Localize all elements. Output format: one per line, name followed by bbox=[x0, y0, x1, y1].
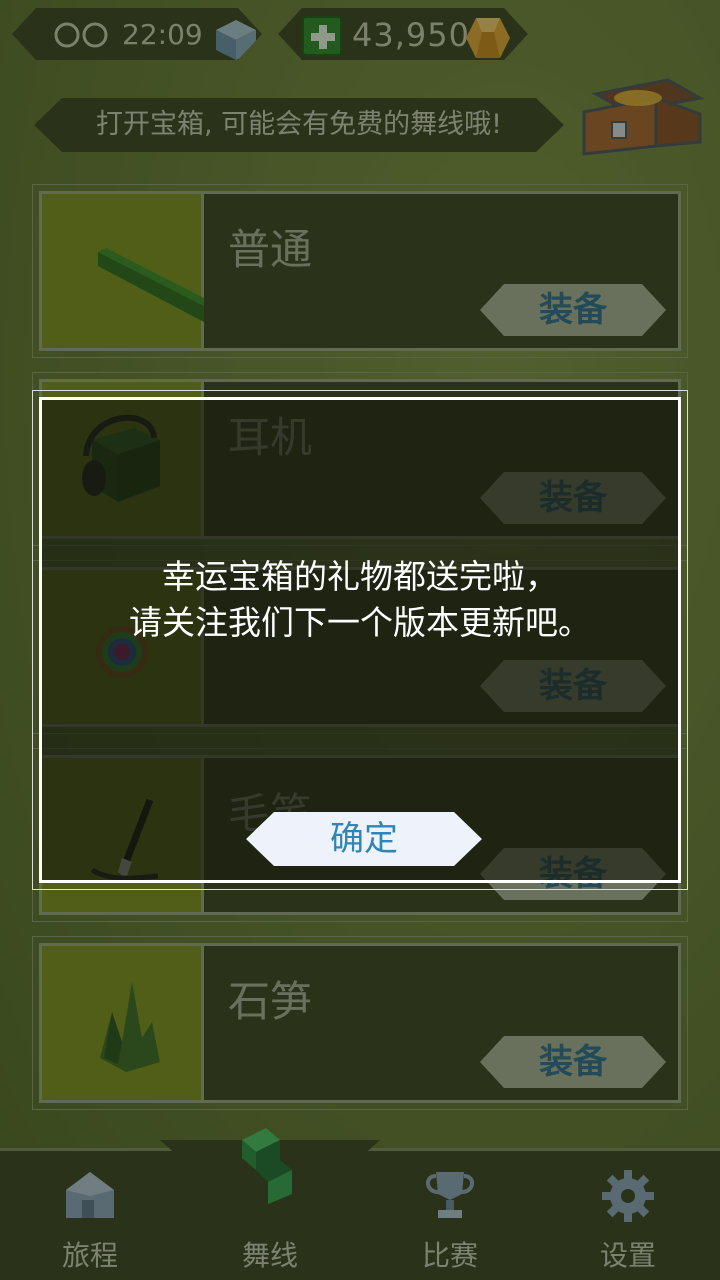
infinity-icon bbox=[52, 22, 110, 48]
confirm-button[interactable]: 确定 bbox=[246, 812, 482, 866]
stalagmite-skin-icon bbox=[100, 982, 160, 1072]
energy-bar: 22:09 bbox=[12, 8, 262, 60]
equip-button[interactable]: 装备 bbox=[480, 284, 666, 336]
nav-tab-dance-line[interactable]: 舞线 bbox=[210, 1160, 330, 1280]
trophy-icon bbox=[426, 1172, 474, 1218]
dialog-message-line-1: 幸运宝箱的礼物都送完啦， bbox=[162, 557, 558, 596]
equip-button[interactable]: 装备 bbox=[480, 1036, 666, 1088]
treasure-chest-icon[interactable] bbox=[578, 72, 708, 156]
dialog-message: 幸运宝箱的礼物都送完啦， 请关注我们下一个版本更新吧。 bbox=[42, 554, 678, 646]
line-skin-icon bbox=[98, 248, 204, 322]
skin-name: 石笋 bbox=[228, 977, 313, 1026]
skin-name: 普通 bbox=[228, 225, 313, 274]
notice-dialog: 幸运宝箱的礼物都送完啦， 请关注我们下一个版本更新吧。 确定 bbox=[32, 390, 688, 890]
skin-card-normal: 普通 装备 bbox=[32, 184, 688, 358]
gem-bar: 43,950 bbox=[278, 8, 528, 60]
nav-label: 设置 bbox=[599, 1239, 656, 1272]
nav-label: 舞线 bbox=[241, 1239, 298, 1272]
nav-tab-race[interactable]: 比赛 bbox=[390, 1160, 510, 1280]
nav-tab-settings[interactable]: 设置 bbox=[568, 1160, 688, 1280]
gem-icon bbox=[464, 16, 512, 60]
skin-thumbnail bbox=[42, 194, 204, 348]
gear-icon bbox=[602, 1170, 654, 1222]
nav-label: 旅程 bbox=[61, 1239, 118, 1272]
hint-banner: 打开宝箱, 可能会有免费的舞线哦! bbox=[34, 98, 564, 152]
dialog-message-line-2: 请关注我们下一个版本更新吧。 bbox=[129, 603, 591, 642]
skin-thumbnail bbox=[42, 946, 204, 1100]
dialog-frame: 幸运宝箱的礼物都送完啦， 请关注我们下一个版本更新吧。 确定 bbox=[39, 397, 681, 883]
skin-card-stalagmite: 石笋 装备 bbox=[32, 936, 688, 1110]
add-gems-button[interactable] bbox=[302, 16, 342, 56]
nav-tab-journey[interactable]: 旅程 bbox=[30, 1160, 150, 1280]
nav-label: 比赛 bbox=[421, 1239, 478, 1272]
gem-count: 43,950 bbox=[352, 16, 470, 54]
energy-timer: 22:09 bbox=[122, 18, 203, 51]
house-icon bbox=[66, 1172, 114, 1218]
